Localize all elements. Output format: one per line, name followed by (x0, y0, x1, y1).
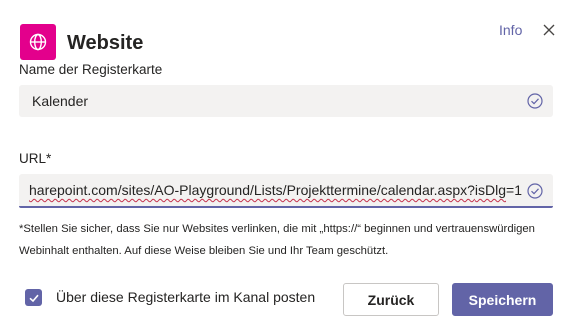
url-field[interactable]: harepoint.com/sites/AO-Playground/Lists/… (19, 174, 553, 208)
save-button[interactable]: Speichern (452, 283, 553, 316)
url-text-isdlg: isDlg (474, 182, 507, 198)
tab-name-field[interactable]: Kalender (19, 85, 553, 117)
dialog-title: Website (67, 32, 144, 54)
post-to-channel-label: Über diese Registerkarte im Kanal posten (56, 289, 316, 305)
globe-icon (29, 33, 47, 51)
checkmark-icon (28, 294, 39, 302)
tab-name-label: Name der Registerkarte (19, 62, 163, 77)
check-circle-icon (527, 183, 543, 199)
check-circle-icon (527, 93, 543, 109)
tab-name-value: Kalender (32, 93, 89, 109)
url-text-end: =1 (506, 182, 522, 198)
url-label: URL* (19, 151, 52, 166)
info-link[interactable]: Info (499, 22, 522, 38)
close-icon[interactable] (541, 22, 557, 38)
url-value: harepoint.com/sites/AO-Playground/Lists/… (29, 182, 522, 198)
website-app-icon (20, 24, 56, 60)
post-to-channel-checkbox[interactable] (25, 289, 42, 306)
url-text: harepoint.com/sites/AO-Playground/Lists/… (29, 182, 475, 198)
back-button[interactable]: Zurück (343, 283, 439, 316)
security-note: *Stellen Sie sicher, dass Sie nur Websit… (19, 223, 535, 257)
